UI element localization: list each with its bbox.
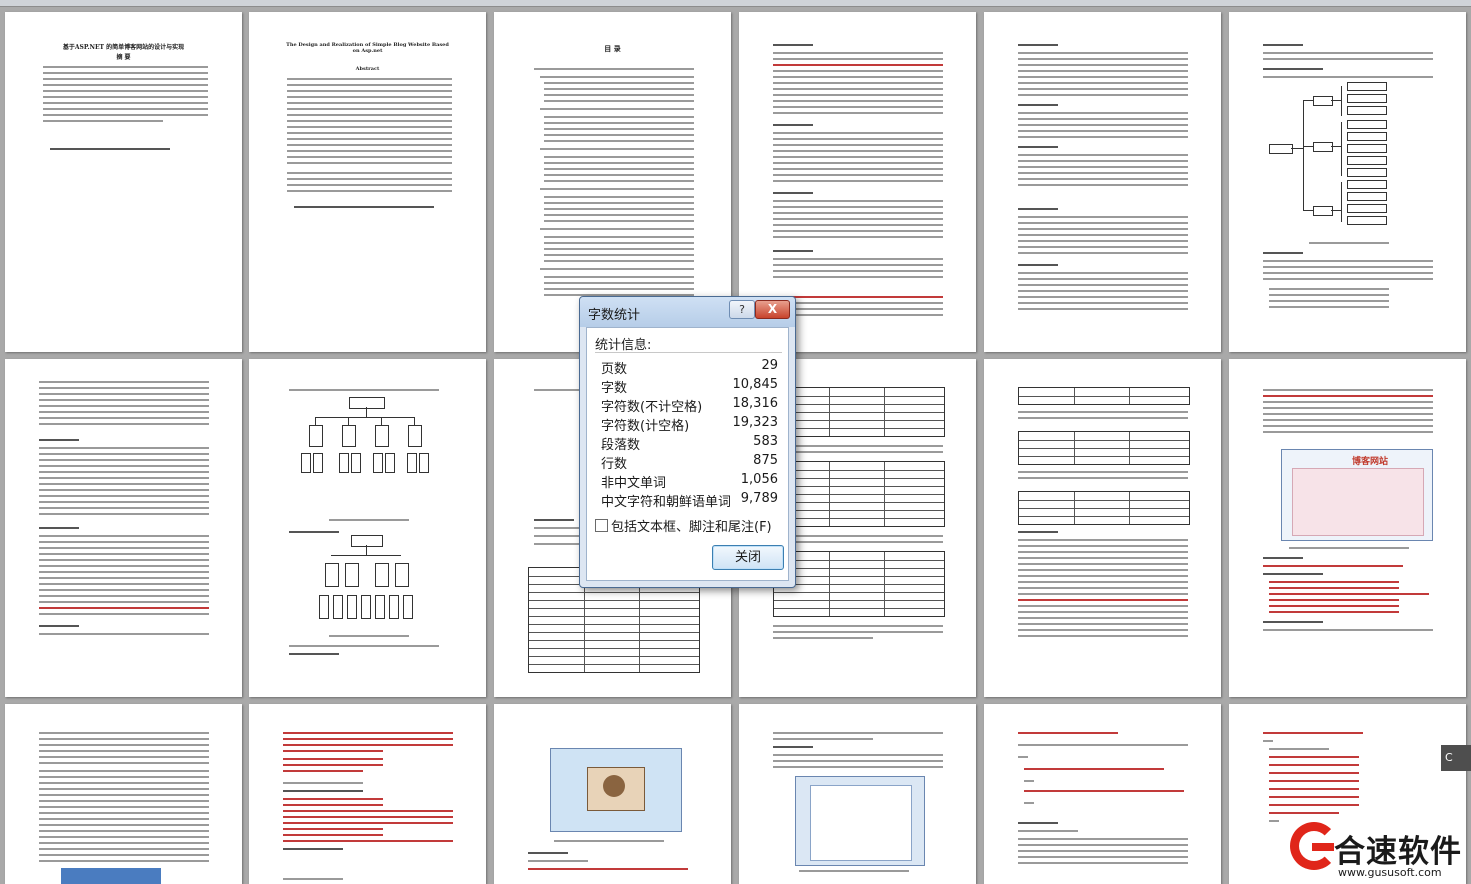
stat-row-non-chinese-words: 非中文单词 1,056	[601, 472, 778, 491]
dialog-titlebar[interactable]: 字数统计 ? X	[580, 297, 795, 327]
stat-label: 字符数(不计空格)	[601, 400, 703, 415]
stat-value: 583	[753, 434, 778, 449]
statistics-heading: 统计信息:	[595, 338, 652, 353]
stat-value: 9,789	[740, 491, 778, 506]
stat-value: 1,056	[740, 472, 778, 487]
page-title: 基于ASP.NET 的简单博客网站的设计与实现	[62, 44, 185, 51]
include-textboxes-checkbox[interactable]	[595, 519, 608, 532]
stat-label: 段落数	[601, 438, 641, 453]
titlebar-close-button[interactable]: X	[755, 300, 790, 319]
stat-value: 19,323	[732, 415, 779, 430]
word-count-dialog: 字数统计 ? X 统计信息: 页数 29 字数 10,845 字符数(不计空格)…	[579, 296, 796, 588]
login-screenshot	[550, 748, 682, 832]
dialog-body: 统计信息: 页数 29 字数 10,845 字符数(不计空格) 18,316 字…	[586, 327, 789, 581]
stat-row-chars-with-spaces: 字符数(计空格) 19,323	[601, 415, 778, 434]
page-title: The Design and Realization of Simple Blo…	[286, 42, 449, 54]
document-page-13[interactable]	[5, 704, 242, 884]
stat-row-words: 字数 10,845	[601, 377, 778, 396]
dialog-title: 字数统计	[588, 308, 641, 323]
page-title: 目 录	[604, 44, 621, 53]
close-x-icon: X	[767, 302, 778, 316]
document-page-17[interactable]	[984, 704, 1221, 884]
page-subtitle: Abstract	[355, 66, 380, 72]
stat-row-paragraphs: 段落数 583	[601, 434, 778, 453]
stat-row-lines: 行数 875	[601, 453, 778, 472]
stat-label: 字符数(计空格)	[601, 419, 690, 434]
document-page-8[interactable]	[249, 359, 486, 697]
include-textboxes-label[interactable]: 包括文本框、脚注和尾注(F)	[611, 516, 772, 535]
blog-login-screenshot: 博客网站	[1281, 449, 1433, 541]
stat-label: 非中文单词	[601, 476, 667, 491]
question-icon: ?	[739, 303, 745, 316]
stat-label: 页数	[601, 362, 628, 377]
stat-value: 18,316	[732, 396, 779, 411]
document-page-12[interactable]: 博客网站	[1229, 359, 1466, 697]
document-page-7[interactable]	[5, 359, 242, 697]
document-page-16[interactable]	[739, 704, 976, 884]
document-page-15[interactable]	[494, 704, 731, 884]
close-button[interactable]: 关闭	[712, 545, 784, 570]
stat-label: 字数	[601, 381, 628, 396]
stat-row-chinese-chars: 中文字符和朝鲜语单词 9,789	[601, 491, 778, 510]
watermark-logo: 合速软件 www.gususoft.com	[1290, 822, 1471, 884]
document-page-14[interactable]	[249, 704, 486, 884]
stat-value: 875	[753, 453, 778, 468]
page-subtitle: 摘 要	[116, 54, 131, 61]
stat-label: 中文字符和朝鲜语单词	[601, 495, 732, 510]
divider	[595, 352, 782, 353]
side-panel-tab[interactable]: C	[1441, 745, 1471, 771]
toolbar-strip	[0, 0, 1471, 7]
stat-value: 29	[761, 358, 778, 373]
stat-row-chars-no-spaces: 字符数(不计空格) 18,316	[601, 396, 778, 415]
form-screenshot	[795, 776, 925, 866]
document-page-1[interactable]: 基于ASP.NET 的简单博客网站的设计与实现 摘 要	[5, 12, 242, 352]
document-page-6[interactable]	[1229, 12, 1466, 352]
stat-row-pages: 页数 29	[601, 358, 778, 377]
document-page-11[interactable]	[984, 359, 1221, 697]
watermark-name: 合速软件	[1334, 834, 1462, 870]
stat-label: 行数	[601, 457, 628, 472]
blog-banner: 博客网站	[1352, 457, 1389, 467]
watermark-url: www.gususoft.com	[1338, 866, 1442, 879]
document-page-5[interactable]	[984, 12, 1221, 352]
help-button[interactable]: ?	[729, 300, 755, 319]
document-page-2[interactable]: The Design and Realization of Simple Blo…	[249, 12, 486, 352]
stat-value: 10,845	[732, 377, 779, 392]
